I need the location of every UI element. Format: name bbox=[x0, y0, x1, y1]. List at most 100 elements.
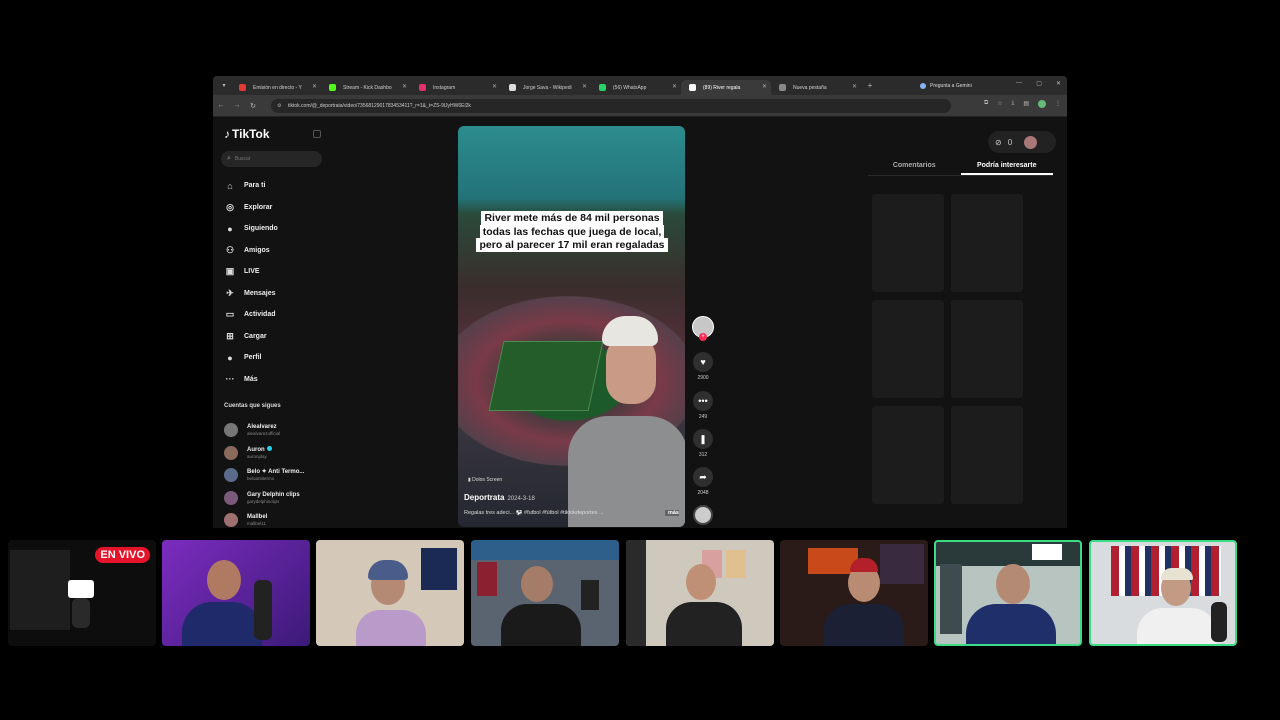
account-handle: beloantitermo bbox=[247, 476, 275, 482]
user-avatar[interactable] bbox=[1024, 135, 1038, 149]
profile-avatar-icon[interactable] bbox=[1038, 100, 1046, 108]
browser-tab[interactable]: Stream - Kick Dashbo ✕ bbox=[321, 80, 411, 95]
avatar bbox=[224, 513, 238, 528]
heart-icon: ♥ bbox=[693, 352, 713, 372]
browser-tab[interactable]: Instagram ✕ bbox=[411, 80, 501, 95]
forward-icon[interactable]: → bbox=[229, 102, 245, 109]
suggested-video-thumb[interactable] bbox=[951, 406, 1023, 504]
music-disc-icon[interactable] bbox=[693, 505, 713, 525]
tab-comments[interactable]: Comentarios bbox=[868, 159, 961, 175]
gemini-button[interactable]: Pregunta a Gemini bbox=[916, 80, 978, 92]
extensions-icon[interactable]: ▤ bbox=[1023, 100, 1029, 108]
account-name: Mallbel bbox=[247, 514, 268, 521]
video-author[interactable]: Deportrata 2024-3-18 bbox=[464, 493, 535, 502]
browser-tab[interactable]: Jorge Sava - Wikipedi ✕ bbox=[501, 80, 591, 95]
nav-item-cargar[interactable]: ⊞ Cargar bbox=[223, 326, 327, 348]
reload-icon[interactable]: ↻ bbox=[245, 102, 261, 110]
video-player[interactable]: River mete más de 84 mil personas todas … bbox=[458, 126, 685, 527]
webcam-tile-7 bbox=[1089, 540, 1237, 646]
like-count: 2900 bbox=[697, 375, 709, 381]
nav-item-ms[interactable]: ··· Más bbox=[223, 369, 327, 391]
webcam-tile-5 bbox=[780, 540, 928, 646]
search-input[interactable] bbox=[234, 156, 315, 162]
nav-item-label: Perfil bbox=[244, 354, 262, 362]
webcam-tile-2 bbox=[316, 540, 464, 646]
webcam-tile-6 bbox=[934, 540, 1082, 646]
video-description: Regalas tres adeci... ⚽ #futbol #fútbol … bbox=[464, 510, 679, 516]
close-window-icon[interactable]: ✕ bbox=[1056, 80, 1061, 87]
nav-item-label: Explorar bbox=[244, 203, 273, 211]
bookmark-star-icon[interactable]: ☆ bbox=[997, 100, 1002, 108]
suggested-video-thumb[interactable] bbox=[872, 406, 944, 504]
comment-button[interactable]: ••• 249 bbox=[692, 391, 714, 420]
new-tab-icon[interactable]: + bbox=[863, 81, 877, 90]
following-title: Cuentas que sigues bbox=[224, 403, 281, 409]
avatar bbox=[224, 490, 238, 505]
window-controls: — ▢ ✕ bbox=[1016, 80, 1061, 87]
nav-item-siguiendo[interactable]: ● Siguiendo bbox=[223, 218, 327, 240]
nav-item-explorar[interactable]: ◎ Explorar bbox=[223, 197, 327, 219]
following-item[interactable]: Belo ✦ Anti Termo... beloantitermo bbox=[224, 464, 328, 487]
search-box[interactable]: ⌕ bbox=[221, 151, 322, 167]
following-list: Alealvarez alealvarezofficial Auron auronpl… bbox=[224, 419, 328, 528]
collapse-sidebar-icon[interactable] bbox=[313, 130, 321, 138]
share-icon: ➦ bbox=[693, 467, 713, 487]
translate-icon[interactable]: ⧉ bbox=[984, 100, 988, 108]
like-button[interactable]: ♥ 2900 bbox=[692, 352, 714, 381]
suggested-video-thumb[interactable] bbox=[872, 194, 944, 292]
following-item[interactable]: Auron auronplay bbox=[224, 442, 328, 465]
nav-item-parati[interactable]: ⌂ Para ti bbox=[223, 175, 327, 197]
save-button[interactable]: ❚ 312 bbox=[692, 429, 714, 458]
tab-close-icon[interactable]: ✕ bbox=[672, 83, 677, 90]
suggested-video-thumb[interactable] bbox=[951, 194, 1023, 292]
coin-icon[interactable]: ⊘ bbox=[995, 138, 1002, 147]
share-button[interactable]: ➦ 2048 bbox=[692, 467, 714, 496]
toolbar-icons: ⧉ ☆ ⤓ ▤ ⋮ bbox=[984, 100, 1061, 108]
tab-close-icon[interactable]: ✕ bbox=[582, 83, 587, 90]
tiktok-logo[interactable]: ♪ TikTok bbox=[224, 127, 270, 141]
tab-close-icon[interactable]: ✕ bbox=[402, 83, 407, 90]
nav-item-actividad[interactable]: ▭ Actividad bbox=[223, 304, 327, 326]
following-item[interactable]: Alealvarez alealvarezofficial bbox=[224, 419, 328, 442]
browser-tab[interactable]: (89) River regala ✕ bbox=[681, 80, 771, 95]
tab-close-icon[interactable]: ✕ bbox=[852, 83, 857, 90]
menu-dots-icon[interactable]: ⋮ bbox=[1055, 100, 1061, 108]
suggested-video-thumb[interactable] bbox=[951, 300, 1023, 398]
back-icon[interactable]: ← bbox=[213, 102, 229, 109]
tab-favicon-icon bbox=[329, 84, 336, 91]
minimize-icon[interactable]: — bbox=[1016, 80, 1022, 87]
tab-close-icon[interactable]: ✕ bbox=[492, 83, 497, 90]
following-item[interactable]: Mallbel mallbel11 bbox=[224, 509, 328, 528]
video-sub-label: ▮ Dolos Screen bbox=[468, 477, 503, 483]
following-item[interactable]: Gary Delphin clips garydelphinclips bbox=[224, 487, 328, 510]
account-name: Gary Delphin clips bbox=[247, 491, 300, 498]
more-link[interactable]: más bbox=[664, 510, 679, 516]
browser-tab[interactable]: (56) WhatsApp ✕ bbox=[591, 80, 681, 95]
follow-plus-icon[interactable]: + bbox=[699, 333, 707, 341]
tab-close-icon[interactable]: ✕ bbox=[312, 83, 317, 90]
coin-counter: 0 bbox=[1007, 137, 1013, 147]
tab-label: Nueva pestaña bbox=[793, 84, 827, 91]
nav-item-label: Más bbox=[244, 375, 258, 383]
browser-window: ▾ Emisión en directo - Y ✕ Stream - Kick D… bbox=[213, 76, 1067, 528]
nav-item-live[interactable]: ▣ LIVE bbox=[223, 261, 327, 283]
browser-tab[interactable]: Nueva pestaña ✕ bbox=[771, 80, 861, 95]
account-handle: garydelphinclips bbox=[247, 498, 280, 504]
tab-close-icon[interactable]: ✕ bbox=[762, 83, 767, 90]
site-info-icon[interactable]: ⚙ bbox=[277, 103, 284, 109]
maximize-icon[interactable]: ▢ bbox=[1036, 80, 1042, 87]
download-icon[interactable]: ⤓ bbox=[1012, 100, 1015, 108]
tab-search-icon[interactable]: ▾ bbox=[217, 79, 231, 93]
nav-item-mensajes[interactable]: ✈ Mensajes bbox=[223, 283, 327, 305]
tab-suggested[interactable]: Podría interesarte bbox=[960, 159, 1053, 175]
nav-item-amigos[interactable]: ⚇ Amigos bbox=[223, 240, 327, 262]
tab-favicon-icon bbox=[419, 84, 426, 91]
nav-item-perfil[interactable]: ● Perfil bbox=[223, 347, 327, 369]
home-icon: ⌂ bbox=[227, 180, 233, 191]
address-bar: ← → ↻ ⚙ tiktok.com/@_deportrata/video/73… bbox=[213, 95, 1067, 117]
url-text: tiktok.com/@_deportrata/video/7356812901… bbox=[288, 103, 471, 109]
url-field[interactable]: ⚙ tiktok.com/@_deportrata/video/73568129… bbox=[271, 99, 951, 113]
suggested-video-thumb[interactable] bbox=[872, 300, 944, 398]
browser-tab[interactable]: Emisión en directo - Y ✕ bbox=[231, 80, 321, 95]
bookmark-icon: ❚ bbox=[693, 429, 713, 449]
